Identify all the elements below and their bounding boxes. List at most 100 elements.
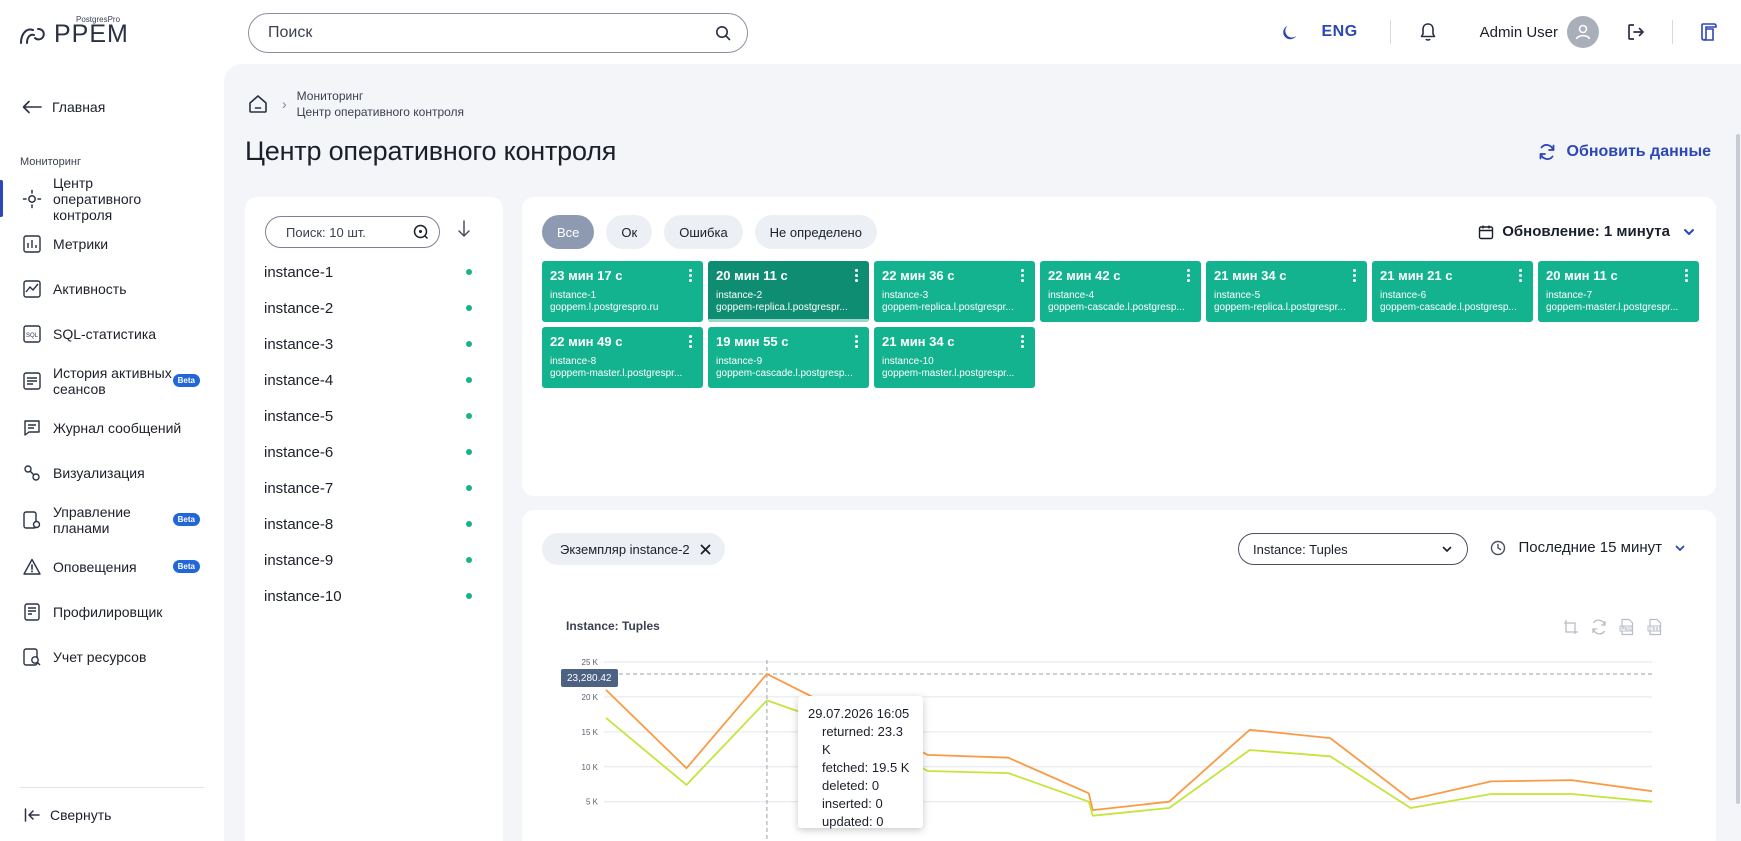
collapse-sidebar-button[interactable]: Свернуть [24, 807, 111, 823]
refresh-button[interactable]: Обновить данные [1537, 142, 1711, 162]
instance-list-item[interactable]: instance-6 [264, 434, 474, 470]
instance-tile[interactable]: 23 мин 17 с instance-1 goppem.l.postgrespr… [542, 261, 703, 322]
arrow-down-icon [458, 220, 470, 237]
more-vertical-icon[interactable] [855, 269, 859, 282]
sidebar-item[interactable]: Профилировщик [0, 589, 224, 634]
logo-mark-icon [20, 28, 45, 44]
instance-list-item[interactable]: instance-3 [264, 326, 474, 362]
beta-badge: Beta [172, 513, 200, 526]
global-search[interactable] [248, 13, 748, 53]
series-line-returned[interactable] [605, 672, 1653, 812]
sidebar: Главная Мониторинг Центр оперативного ко… [0, 64, 224, 841]
instance-list-item[interactable]: instance-7 [264, 470, 474, 506]
page-scrollbar[interactable] [1736, 134, 1740, 804]
y-tick-label: 10 K [582, 763, 599, 772]
sidebar-item[interactable]: Активность [0, 266, 224, 311]
more-vertical-icon[interactable] [1685, 269, 1689, 282]
back-home-link[interactable]: Главная [22, 99, 105, 115]
instance-list-item[interactable]: instance-9 [264, 542, 474, 578]
y-tick-label: 20 K [582, 693, 599, 702]
more-vertical-icon[interactable] [1021, 269, 1025, 282]
instance-tile[interactable]: 21 мин 21 с instance-6 goppem-cascade.l.po… [1372, 261, 1533, 322]
instance-tile[interactable]: 22 мин 49 с instance-8 goppem-master.l.pos… [542, 327, 703, 388]
more-vertical-icon[interactable] [1021, 335, 1025, 348]
docs-icon[interactable] [1697, 21, 1719, 43]
home-icon[interactable] [246, 92, 270, 116]
more-vertical-icon[interactable] [1187, 269, 1191, 282]
theme-moon-icon[interactable] [1281, 22, 1301, 42]
more-vertical-icon[interactable] [1353, 269, 1357, 282]
sidebar-item[interactable]: История активных сеансов Beta [0, 356, 224, 405]
sidebar-item[interactable]: Оповещения Beta [0, 544, 224, 589]
instance-tile[interactable]: 21 мин 34 с instance-10 goppem-master.l.po… [874, 327, 1035, 388]
tile-uptime: 21 мин 34 с [882, 334, 955, 349]
instance-tile[interactable]: 20 мин 11 с instance-2 goppem-replica.l.po… [708, 261, 869, 322]
status-ok-dot [466, 449, 472, 455]
instance-tile[interactable]: 22 мин 36 с instance-3 goppem-replica.l.po… [874, 261, 1035, 322]
page-title: Центр оперативного контроля [245, 136, 617, 166]
sidebar-item[interactable]: Метрики [0, 221, 224, 266]
tooltip-row: fetched: 19.5 K [822, 760, 910, 775]
logo-subtitle: PostgresPro [76, 15, 121, 24]
language-switch[interactable]: ENG [1321, 23, 1357, 41]
sidebar-item[interactable]: Журнал сообщений [0, 405, 224, 450]
instance-list-item[interactable]: instance-8 [264, 506, 474, 542]
status-filter-chip[interactable]: Не определено [754, 215, 877, 249]
instance-tile[interactable]: 20 мин 11 с instance-7 goppem-master.l.pos… [1538, 261, 1699, 322]
instance-tile[interactable]: 19 мин 55 с instance-9 goppem-cascade.l.po… [708, 327, 869, 388]
sidebar-item-label: История активных сеансов [53, 364, 172, 397]
instances-overview-panel: Все Ок Ошибка Не определено Обновление: 1 м… [522, 197, 1716, 496]
tile-host: goppem-replica.l.postgrespr... [716, 302, 848, 313]
sidebar-item[interactable]: Управление планами Beta [0, 495, 224, 544]
status-ok-dot [466, 557, 472, 563]
sort-button[interactable] [457, 220, 471, 243]
tuples-line-chart[interactable]: 25 K 20 K 15 K 10 K 5 K [522, 510, 1716, 841]
svg-text:SQL: SQL [26, 333, 39, 339]
search-icon[interactable] [715, 25, 731, 41]
status-filter-chip[interactable]: Ошибка [664, 215, 743, 249]
instance-name: instance-1 [264, 263, 334, 281]
logout-icon[interactable] [1626, 22, 1646, 42]
alert-icon [22, 557, 42, 577]
divider [1672, 20, 1673, 44]
more-vertical-icon[interactable] [855, 335, 859, 348]
instance-list-item[interactable]: instance-5 [264, 398, 474, 434]
bell-icon[interactable] [1419, 22, 1437, 42]
refresh-icon [1539, 144, 1554, 160]
tile-host: goppem-cascade.l.postgresp... [716, 368, 853, 379]
y-tick-label: 15 K [582, 728, 599, 737]
instance-list: instance-1 instance-2 instance-3 instance-4… [264, 254, 474, 614]
status-ok-dot [466, 593, 472, 599]
tile-host: goppem-master.l.postgrespr... [550, 368, 683, 379]
instance-list-item[interactable]: instance-1 [264, 254, 474, 290]
logo[interactable]: PostgresPro PPEM [18, 15, 129, 47]
more-vertical-icon[interactable] [689, 269, 693, 282]
breadcrumb-item[interactable]: Мониторинг [297, 88, 464, 104]
instance-search-input[interactable] [286, 224, 396, 240]
sidebar-item[interactable]: Визуализация [0, 450, 224, 495]
instance-list-item[interactable]: instance-2 [264, 290, 474, 326]
status-filter-chip[interactable]: Все [542, 215, 595, 249]
sidebar-item[interactable]: Центр оперативного контроля [0, 175, 224, 223]
status-filter-chip[interactable]: Ок [606, 215, 653, 249]
global-search-input[interactable] [268, 24, 715, 42]
more-vertical-icon[interactable] [689, 335, 693, 348]
instance-tile[interactable]: 21 мин 34 с instance-5 goppem-replica.l.po… [1206, 261, 1367, 322]
divider [1389, 20, 1391, 44]
user-name[interactable]: Admin User [1480, 24, 1558, 41]
sql-icon: SQL [22, 324, 42, 344]
sidebar-item[interactable]: SQL SQL-статистика [0, 311, 224, 356]
more-vertical-icon[interactable] [1519, 269, 1523, 282]
instance-tile[interactable]: 22 мин 42 с instance-4 goppem-cascade.l.po… [1040, 261, 1201, 322]
instance-search[interactable] [265, 216, 440, 248]
search-icon[interactable] [413, 224, 429, 240]
series-line-fetched[interactable] [605, 699, 1653, 817]
y-tick-label: 25 K [582, 658, 599, 667]
avatar[interactable] [1567, 16, 1599, 48]
collapse-label: Свернуть [50, 807, 112, 823]
instance-list-item[interactable]: instance-10 [264, 578, 474, 614]
sidebar-item-label: Активность [53, 280, 127, 297]
instance-list-item[interactable]: instance-4 [264, 362, 474, 398]
update-interval-dropdown[interactable]: Обновление: 1 минута [1478, 223, 1696, 240]
sidebar-item[interactable]: Учет ресурсов [0, 634, 224, 679]
